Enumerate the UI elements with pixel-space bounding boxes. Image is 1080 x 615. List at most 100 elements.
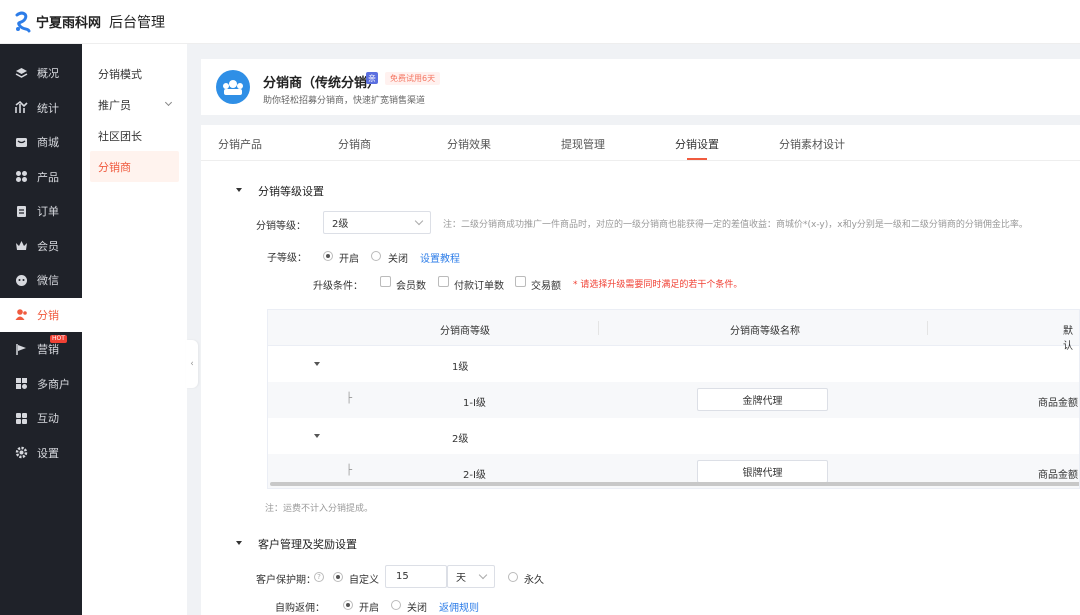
merchant-icon <box>14 377 28 391</box>
table-row: 2级 <box>268 418 1079 454</box>
distribution-app-icon <box>216 70 250 104</box>
unit-value: 天 <box>456 573 466 584</box>
forever-radio[interactable] <box>508 572 518 582</box>
freight-note: 注：运费不计入分销提成。 <box>265 504 374 514</box>
distribution-icon <box>14 308 28 322</box>
nav-item-wechat[interactable]: 微信 <box>0 263 82 298</box>
nav-label: 商城 <box>37 136 59 150</box>
chart-icon <box>14 101 28 115</box>
days-input[interactable]: 15 <box>385 565 447 588</box>
tab-distributors[interactable]: 分销商 <box>338 136 371 152</box>
nav-label: 统计 <box>37 101 59 115</box>
custom-period-radio[interactable] <box>333 572 343 582</box>
nav-item-order[interactable]: 订单 <box>0 194 82 229</box>
sublevel-off-radio[interactable] <box>371 251 381 261</box>
member-count-label: 会员数 <box>396 281 426 292</box>
trade-amount-label: 交易额 <box>531 281 561 292</box>
nav-label: 产品 <box>37 170 59 184</box>
nav-item-stats[interactable]: 统计 <box>0 91 82 126</box>
unit-select[interactable]: 天 <box>447 565 495 588</box>
vip-badge: 亲 <box>366 72 378 84</box>
gear-icon <box>14 446 28 460</box>
chevron-down-icon <box>478 570 488 580</box>
section-title: 客户管理及奖励设置 <box>258 538 357 551</box>
section-title: 分销等级设置 <box>258 185 324 198</box>
expand-caret-icon[interactable] <box>314 362 320 366</box>
tab-settings[interactable]: 分销设置 <box>675 136 719 152</box>
table-header: 分销商等级 分销商等级名称 默认 <box>268 310 1079 352</box>
subnav-item-promoter[interactable]: 推广员 <box>90 89 179 120</box>
table-scrollbar[interactable] <box>270 482 1079 486</box>
subnav-item-distributor[interactable]: 分销商 <box>90 151 179 182</box>
rebate-on-label: 开启 <box>359 603 379 614</box>
nav-item-store[interactable]: 商城 <box>0 125 82 160</box>
tab-withdraw[interactable]: 提现管理 <box>561 136 605 152</box>
chevron-down-icon <box>164 98 173 107</box>
level-cell: 2级 <box>452 434 469 445</box>
tree-line-icon: ├ <box>346 393 353 404</box>
subnav-item-leader[interactable]: 社区团长 <box>90 120 179 151</box>
forever-label: 永久 <box>524 575 544 586</box>
subnav-label: 推广员 <box>98 98 131 112</box>
days-value: 15 <box>396 571 409 582</box>
upgrade-label: 升级条件： <box>313 281 363 292</box>
nav-item-interact[interactable]: 互动 <box>0 401 82 436</box>
store-icon <box>14 135 28 149</box>
col-header-level: 分销商等级 <box>440 326 490 337</box>
chevron-down-icon <box>414 216 424 226</box>
sublevel-on-radio[interactable] <box>323 251 333 261</box>
nav-label: 概况 <box>37 67 59 81</box>
chevron-left-icon: ‹ <box>190 359 194 369</box>
rebate-off-radio[interactable] <box>391 600 401 610</box>
level-name-value: 银牌代理 <box>742 468 783 479</box>
paid-orders-checkbox[interactable] <box>438 276 449 287</box>
nav-label: 设置 <box>37 446 59 460</box>
nav-label: 互动 <box>37 412 59 426</box>
main-sidebar: 概况 统计 商城 产品 订单 会员 微信 分销 营销 HOT 多商户 互动 设置 <box>0 44 82 615</box>
default-cell: 商品金额 x <box>1038 470 1079 481</box>
level-select[interactable]: 2级 <box>323 211 431 234</box>
level-name-input[interactable]: 金牌代理 <box>697 388 828 411</box>
tab-effect[interactable]: 分销效果 <box>447 136 491 152</box>
paid-orders-label: 付款订单数 <box>454 281 504 292</box>
logo-text: 宁夏雨科网 <box>36 16 102 31</box>
trade-amount-checkbox[interactable] <box>515 276 526 287</box>
setup-tutorial-link[interactable]: 设置教程 <box>420 250 460 265</box>
level-note: 注：二级分销商成功推广一件商品时，对应的一级分销商也能获得一定的差值收益：商城价… <box>443 220 1028 230</box>
col-divider <box>598 321 599 335</box>
nav-item-overview[interactable]: 概况 <box>0 56 82 91</box>
subnav-item-mode[interactable]: 分销模式 <box>90 58 179 89</box>
active-tab-indicator <box>687 158 707 160</box>
nav-label: 订单 <box>37 205 59 219</box>
interact-icon <box>14 411 28 425</box>
tab-bar: 分销产品 分销商 分销效果 提现管理 分销设置 分销素材设计 <box>201 125 1080 161</box>
tab-materials[interactable]: 分销素材设计 <box>779 136 845 152</box>
nav-item-distribution[interactable]: 分销 <box>0 297 82 332</box>
hot-badge: HOT <box>50 335 67 343</box>
tab-products[interactable]: 分销产品 <box>218 136 262 152</box>
col-divider <box>927 321 928 335</box>
level-label: 分销等级： <box>256 221 306 232</box>
expand-caret-icon[interactable] <box>314 434 320 438</box>
app-header-card: 分销商（传统分销） 亲 免费试用6天 助你轻松招募分销商，快速扩宽销售渠道 <box>201 59 1080 115</box>
collapse-caret-icon[interactable] <box>236 541 242 545</box>
nav-item-product[interactable]: 产品 <box>0 160 82 195</box>
nav-label: 营销 <box>37 343 59 357</box>
collapse-caret-icon[interactable] <box>236 188 242 192</box>
rebate-on-radio[interactable] <box>343 600 353 610</box>
tree-line-icon: ├ <box>346 465 353 476</box>
help-icon[interactable]: ? <box>314 572 324 582</box>
nav-item-member[interactable]: 会员 <box>0 229 82 264</box>
top-bar: 宁夏雨科网 后台管理 <box>0 0 1080 44</box>
level-name-input[interactable]: 银牌代理 <box>697 460 828 483</box>
nav-item-settings[interactable]: 设置 <box>0 436 82 471</box>
upgrade-warning: * 请选择升级需要同时满足的若干个条件。 <box>573 280 743 290</box>
rebate-rules-link[interactable]: 返佣规则 <box>439 599 479 614</box>
table-row: ├ 1-I级 金牌代理 商品金额 x <box>268 382 1079 418</box>
nav-label: 多商户 <box>37 377 70 391</box>
member-count-checkbox[interactable] <box>380 276 391 287</box>
collapse-sidebar-button[interactable]: ‹ <box>186 340 198 388</box>
flag-icon <box>14 342 28 356</box>
nav-item-marketing[interactable]: 营销 HOT <box>0 332 82 367</box>
nav-item-merchant[interactable]: 多商户 <box>0 367 82 402</box>
